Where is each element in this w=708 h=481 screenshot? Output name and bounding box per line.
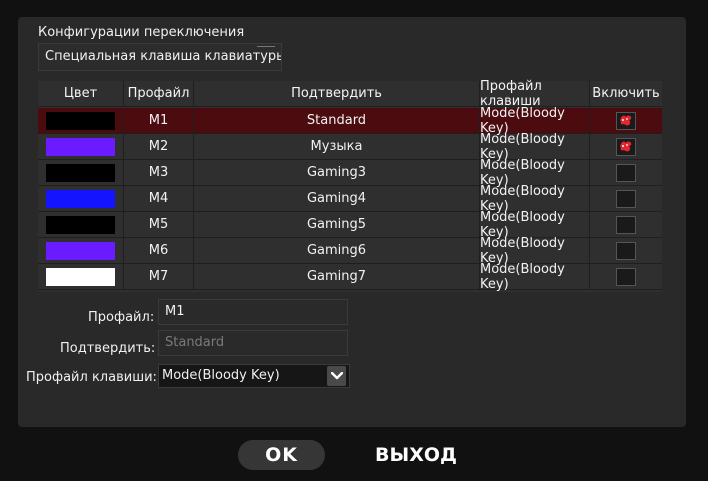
enable-cell [590,160,662,185]
bloody-hand-icon [619,114,633,127]
color-swatch[interactable] [46,111,115,130]
header-profile[interactable]: Профайл [124,81,194,106]
confirm-cell: Gaming4 [194,186,480,211]
enable-cell [590,212,662,237]
color-cell [38,134,124,159]
enable-checkbox[interactable] [616,189,636,208]
table-row[interactable]: M5 Gaming5 Mode(Bloody Key) [38,210,662,240]
header-color[interactable]: Цвет [38,81,124,106]
profile-cell: M7 [124,264,194,289]
color-cell [38,160,124,185]
enable-checkbox[interactable] [616,111,636,130]
key-profile-cell: Mode(Bloody Key) [480,106,590,136]
color-swatch[interactable] [46,137,115,156]
table-row[interactable]: M1 Standard Mode(Bloody Key) [38,106,662,136]
color-swatch[interactable] [46,215,115,234]
table-row[interactable]: M2 Музыка Mode(Bloody Key) [38,132,662,162]
key-profile-select[interactable]: Mode(Bloody Key) [158,364,350,388]
color-swatch[interactable] [46,189,115,208]
color-cell [38,264,124,289]
profile-cell: M1 [124,108,194,133]
confirm-cell: Standard [194,108,480,133]
table-header: Цвет Профайл Подтвердить Профайл клавиши… [38,79,662,109]
enable-checkbox[interactable] [616,241,636,260]
color-cell [38,212,124,237]
confirm-cell: Музыка [194,134,480,159]
profile-table: Цвет Профайл Подтвердить Профайл клавиши… [38,79,662,292]
profile-cell: M6 [124,238,194,263]
confirm-input[interactable]: Standard [158,330,348,356]
enable-checkbox[interactable] [616,163,636,182]
profile-label: Профайл: [88,310,155,325]
header-confirm[interactable]: Подтвердить [194,81,480,106]
enable-cell [590,108,662,133]
color-cell [38,108,124,133]
switch-config-window: Конфигурации переключения Специальная кл… [0,0,708,481]
config-mode-select[interactable]: Специальная клавиша клавиатуры [38,43,282,71]
select-handle [257,46,275,47]
key-profile-cell: Mode(Bloody Key) [480,236,590,266]
color-swatch[interactable] [46,267,115,286]
enable-cell [590,264,662,289]
profile-cell: M4 [124,186,194,211]
section-title: Конфигурации переключения [38,25,245,40]
color-swatch[interactable] [46,163,115,182]
enable-checkbox[interactable] [616,267,636,286]
key-profile-cell: Mode(Bloody Key) [480,184,590,214]
key-profile-cell: Mode(Bloody Key) [480,158,590,188]
profile-input[interactable]: M1 [158,299,348,325]
color-swatch[interactable] [46,241,115,260]
key-profile-cell: Mode(Bloody Key) [480,132,590,162]
chevron-down-icon[interactable] [327,366,346,386]
confirm-cell: Gaming5 [194,212,480,237]
confirm-label: Подтвердить: [60,341,156,356]
config-mode-value: Специальная клавиша клавиатуры [45,49,282,64]
enable-cell [590,238,662,263]
color-cell [38,238,124,263]
key-profile-cell: Mode(Bloody Key) [480,262,590,292]
bloody-hand-icon [619,140,633,153]
profile-cell: M5 [124,212,194,237]
header-key-profile[interactable]: Профайл клавиши [480,79,590,109]
exit-button[interactable]: ВЫХОД [362,440,470,470]
ok-button[interactable]: OK [238,440,325,470]
table-row[interactable]: M3 Gaming3 Mode(Bloody Key) [38,158,662,188]
confirm-cell: Gaming7 [194,264,480,289]
table-row[interactable]: M4 Gaming4 Mode(Bloody Key) [38,184,662,214]
table-row[interactable]: M7 Gaming7 Mode(Bloody Key) [38,262,662,292]
key-profile-label: Профайл клавиши: [26,370,157,385]
enable-cell [590,134,662,159]
enable-checkbox[interactable] [616,215,636,234]
confirm-cell: Gaming3 [194,160,480,185]
profile-cell: M3 [124,160,194,185]
key-profile-cell: Mode(Bloody Key) [480,210,590,240]
confirm-cell: Gaming6 [194,238,480,263]
key-profile-value: Mode(Bloody Key) [162,368,280,383]
header-enable[interactable]: Включить [590,81,662,106]
enable-cell [590,186,662,211]
table-row[interactable]: M6 Gaming6 Mode(Bloody Key) [38,236,662,266]
color-cell [38,186,124,211]
profile-cell: M2 [124,134,194,159]
enable-checkbox[interactable] [616,137,636,156]
